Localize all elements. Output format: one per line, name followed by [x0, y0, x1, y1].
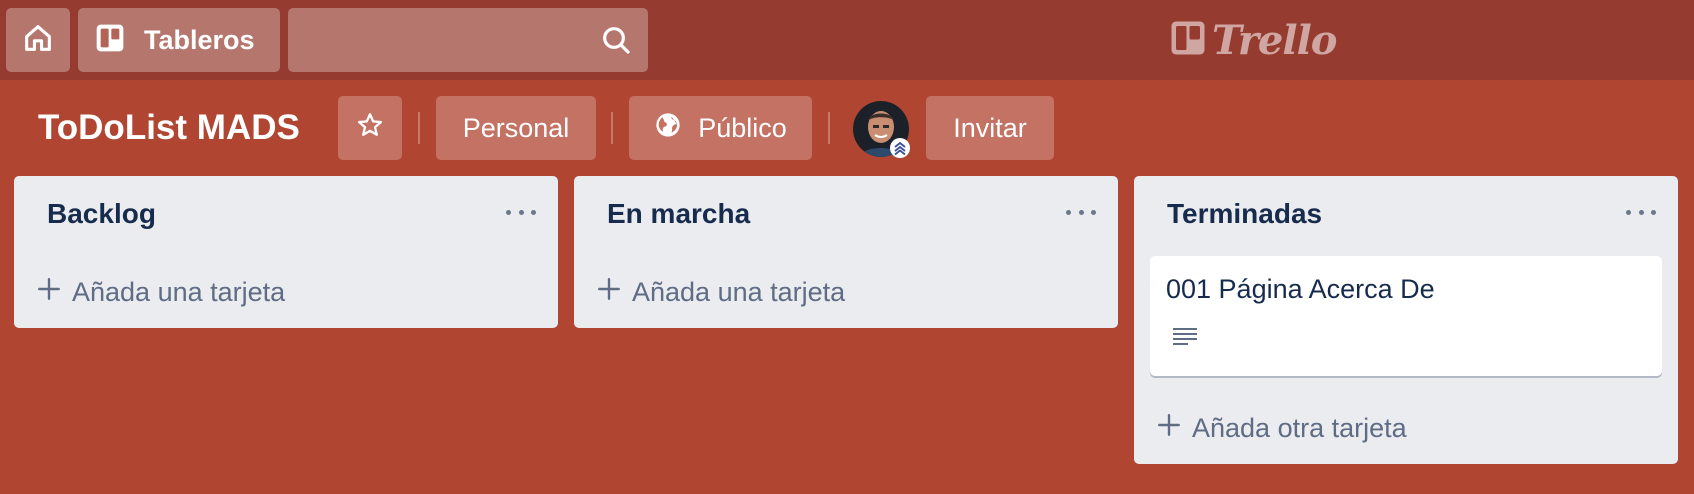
add-card-label: Añada otra tarjeta	[1192, 412, 1407, 443]
plus-icon	[1156, 412, 1182, 445]
header-divider	[418, 112, 420, 144]
star-board-button[interactable]	[338, 96, 402, 160]
card-title: 001 Página Acerca De	[1166, 274, 1435, 304]
home-icon	[21, 21, 55, 60]
top-nav-bar: Tableros Trello	[0, 0, 1694, 80]
plus-icon	[36, 276, 62, 309]
team-personal-button[interactable]: Personal	[436, 96, 596, 160]
boards-label: Tableros	[144, 24, 255, 55]
list-backlog[interactable]: Backlog Añada una tarjeta	[14, 176, 558, 328]
description-icon	[1172, 326, 1198, 353]
visibility-label: Público	[698, 112, 787, 143]
boards-button[interactable]: Tableros	[78, 8, 280, 72]
add-card-button[interactable]: Añada una tarjeta	[596, 268, 845, 316]
board-title[interactable]: ToDoList MADS	[38, 106, 300, 150]
visibility-button[interactable]: Público	[629, 96, 812, 160]
add-card-button[interactable]: Añada una tarjeta	[36, 268, 285, 316]
list-title[interactable]: Terminadas	[1167, 198, 1322, 230]
add-card-label: Añada una tarjeta	[72, 276, 286, 307]
list-menu-icon[interactable]	[1066, 204, 1096, 220]
list-title[interactable]: En marcha	[607, 198, 750, 230]
boards-icon	[94, 22, 126, 59]
star-icon	[356, 111, 384, 146]
search-box[interactable]	[288, 8, 648, 72]
globe-icon	[654, 111, 682, 146]
plus-icon	[596, 276, 622, 309]
search-icon[interactable]	[600, 24, 632, 61]
trello-logo-text: Trello	[1212, 16, 1337, 64]
list-menu-icon[interactable]	[506, 204, 536, 220]
invite-button[interactable]: Invitar	[926, 96, 1054, 160]
card[interactable]: 001 Página Acerca De	[1150, 256, 1662, 376]
list-en-marcha[interactable]: En marcha Añada una tarjeta	[574, 176, 1118, 328]
add-card-button[interactable]: Añada otra tarjeta	[1156, 404, 1407, 452]
header-divider	[828, 112, 830, 144]
invite-label: Invitar	[953, 112, 1027, 143]
trello-logo-icon	[1170, 20, 1206, 61]
admin-badge-icon	[890, 138, 910, 158]
add-card-label: Añada una tarjeta	[632, 276, 846, 307]
list-title[interactable]: Backlog	[47, 198, 156, 230]
team-label: Personal	[462, 112, 570, 143]
list-menu-icon[interactable]	[1626, 204, 1656, 220]
list-terminadas[interactable]: Terminadas 001 Página Acerca De Añada ot…	[1134, 176, 1678, 464]
home-button[interactable]	[6, 8, 70, 72]
header-divider	[611, 112, 613, 144]
trello-logo[interactable]: Trello	[1170, 16, 1337, 64]
search-input[interactable]	[288, 8, 588, 72]
